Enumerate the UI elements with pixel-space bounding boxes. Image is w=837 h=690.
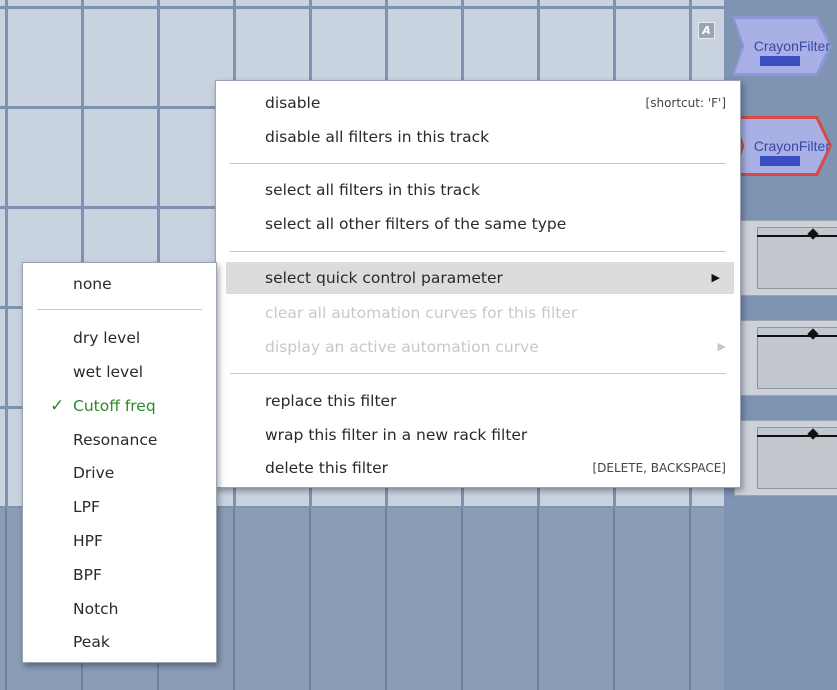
param-bpf[interactable]: BPF bbox=[23, 558, 216, 592]
menu-item-disable-all[interactable]: disable all filters in this track bbox=[216, 121, 740, 153]
menu-item-clear-automation: clear all automation curves for this fil… bbox=[265, 304, 578, 322]
menu-separator bbox=[37, 309, 202, 310]
slider-track bbox=[757, 235, 837, 237]
filter-node-bar bbox=[760, 56, 800, 66]
menu-item-wrap[interactable]: wrap this filter in a new rack filter bbox=[216, 419, 740, 451]
filter-node-bar bbox=[760, 156, 800, 166]
menu-item-disable[interactable]: disable [shortcut: 'F'] bbox=[216, 87, 740, 119]
crayon-filter-node[interactable]: CrayonFilter bbox=[732, 16, 832, 76]
quick-control-slider[interactable] bbox=[734, 220, 837, 296]
checkmark-icon: ✓ bbox=[50, 396, 65, 416]
param-none[interactable]: none bbox=[23, 267, 216, 301]
filter-context-menu: disable [shortcut: 'F'] disable all filt… bbox=[215, 80, 741, 488]
param-notch[interactable]: Notch bbox=[23, 592, 216, 626]
param-dry-level[interactable]: dry level bbox=[23, 321, 216, 355]
automation-badge[interactable]: A bbox=[698, 22, 715, 39]
submenu-arrow-icon: ▶ bbox=[711, 271, 720, 284]
shortcut-hint: [DELETE, BACKSPACE] bbox=[592, 461, 726, 475]
menu-separator bbox=[230, 163, 726, 164]
menu-item-replace[interactable]: replace this filter bbox=[216, 385, 740, 417]
quick-control-slider[interactable] bbox=[734, 420, 837, 496]
slider-track bbox=[757, 335, 837, 337]
menu-item-quick-control[interactable]: select quick control parameter ▶ bbox=[226, 262, 734, 294]
menu-separator bbox=[230, 251, 726, 252]
menu-item-display-automation: display an active automation curve ▶ bbox=[216, 331, 740, 363]
param-cutoff-freq[interactable]: ✓ Cutoff freq bbox=[23, 389, 216, 423]
crayon-filter-node-selected[interactable]: CrayonFilter bbox=[732, 116, 832, 176]
param-lpf[interactable]: LPF bbox=[23, 490, 216, 524]
quick-control-submenu: none dry level wet level ✓ Cutoff freq R… bbox=[22, 262, 217, 663]
param-hpf[interactable]: HPF bbox=[23, 524, 216, 558]
param-wet-level[interactable]: wet level bbox=[23, 355, 216, 389]
param-resonance[interactable]: Resonance bbox=[23, 423, 216, 457]
filter-node-label: CrayonFilter bbox=[753, 138, 830, 154]
slider-track bbox=[757, 435, 837, 437]
quick-control-slider[interactable] bbox=[734, 320, 837, 396]
param-peak[interactable]: Peak bbox=[23, 625, 216, 659]
menu-item-select-all[interactable]: select all filters in this track bbox=[216, 174, 740, 206]
param-drive[interactable]: Drive bbox=[23, 456, 216, 490]
menu-item-delete[interactable]: delete this filter [DELETE, BACKSPACE] bbox=[216, 452, 740, 484]
filter-node-label: CrayonFilter bbox=[753, 38, 830, 54]
menu-item-select-same-type[interactable]: select all other filters of the same typ… bbox=[216, 208, 740, 240]
submenu-arrow-icon: ▶ bbox=[717, 340, 726, 353]
shortcut-hint: [shortcut: 'F'] bbox=[645, 96, 726, 110]
menu-separator bbox=[230, 373, 726, 374]
